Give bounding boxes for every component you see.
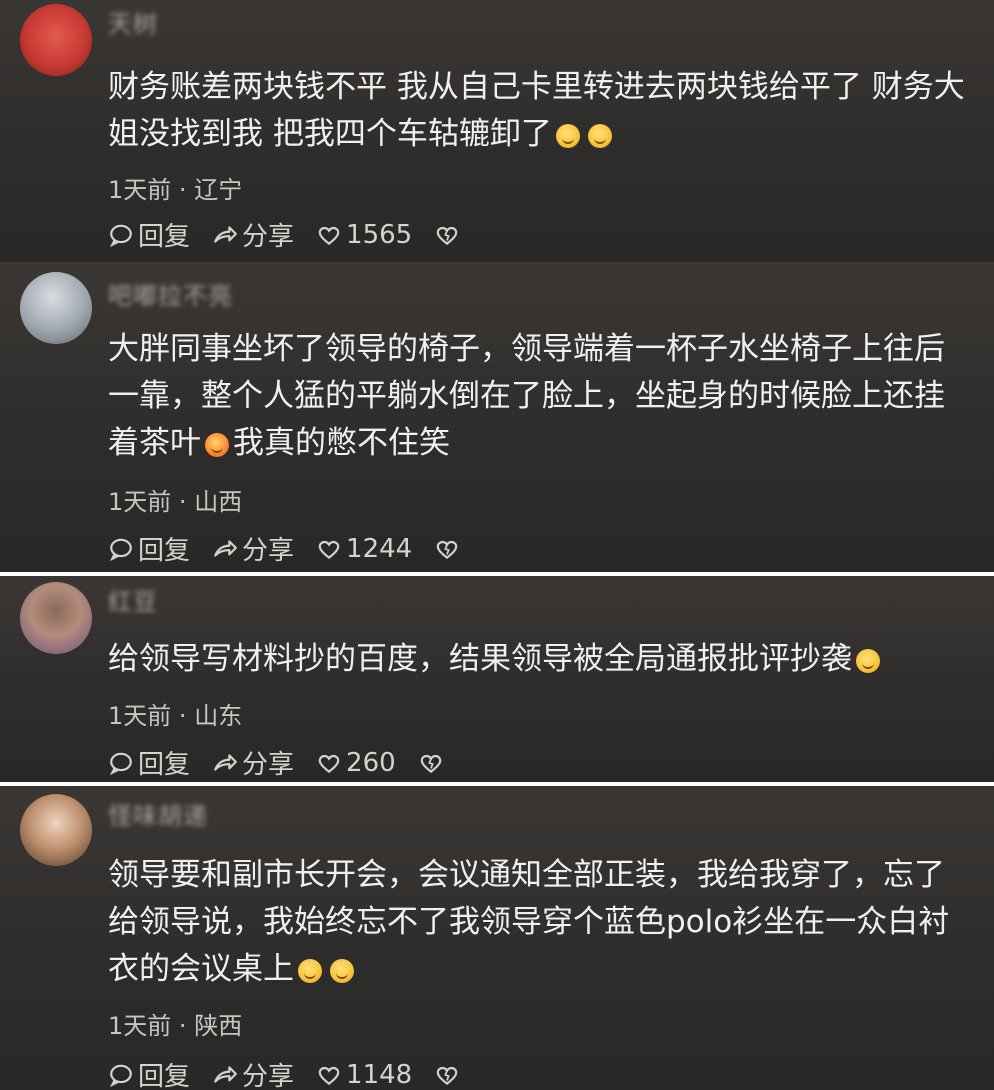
- username[interactable]: 天树: [108, 4, 158, 39]
- comment-actions: 回复 分享 260: [108, 744, 444, 781]
- dislike-heart-icon: [434, 1062, 460, 1088]
- heart-icon: [316, 1062, 342, 1088]
- emoji-icon: [330, 959, 354, 983]
- share-label: 分享: [242, 536, 295, 566]
- comment-meta: 1天前 · 陕西: [108, 1006, 242, 1041]
- comment-item: 红豆 给领导写材料抄的百度，结果领导被全局通报批评抄袭 1天前 · 山东 回复 …: [0, 576, 994, 782]
- like-button[interactable]: 1565: [316, 220, 412, 250]
- comment-body: 财务账差两块钱不平 我从自己卡里转进去两块钱给平了 财务大姐没找到我 把我四个车…: [108, 69, 965, 152]
- comment-meta: 1天前 · 辽宁: [108, 170, 242, 205]
- avatar[interactable]: [20, 794, 92, 866]
- timestamp: 1天前: [108, 176, 172, 204]
- share-arrow-icon: [212, 536, 238, 562]
- share-arrow-icon: [212, 750, 238, 776]
- location: 山东: [194, 702, 243, 730]
- like-count: 260: [346, 747, 396, 778]
- comment-item: 怪味胡递 领导要和副市长开会，会议通知全部正装，我给我穿了，忘了给领导说，我始终…: [0, 786, 994, 1090]
- timestamp: 1天前: [108, 488, 172, 516]
- emoji-icon: [555, 124, 580, 148]
- share-label: 分享: [242, 750, 295, 780]
- reply-bubble-icon: [108, 750, 134, 776]
- comment-body: 给领导写材料抄的百度，结果领导被全局通报批评抄袭: [108, 641, 852, 677]
- share-arrow-icon: [212, 222, 238, 248]
- location: 陕西: [194, 1012, 243, 1040]
- reply-bubble-icon: [108, 1062, 134, 1088]
- share-button[interactable]: 分享: [212, 216, 294, 253]
- reply-button[interactable]: 回复: [108, 744, 190, 781]
- comment-body: 领导要和副市长开会，会议通知全部正装，我给我穿了，忘了给领导说，我始终忘不了我领…: [108, 857, 950, 987]
- reply-label: 回复: [138, 1062, 191, 1090]
- comment-text: 财务账差两块钱不平 我从自己卡里转进去两块钱给平了 财务大姐没找到我 把我四个车…: [108, 64, 968, 158]
- dislike-button[interactable]: [434, 536, 460, 562]
- comment-feed: 天树 财务账差两块钱不平 我从自己卡里转进去两块钱给平了 财务大姐没找到我 把我…: [0, 0, 994, 1090]
- like-button[interactable]: 1148: [316, 1060, 412, 1090]
- reply-label: 回复: [138, 222, 191, 252]
- share-button[interactable]: 分享: [212, 1056, 294, 1090]
- timestamp: 1天前: [108, 702, 172, 730]
- like-button[interactable]: 1244: [316, 534, 412, 564]
- comment-item: 天树 财务账差两块钱不平 我从自己卡里转进去两块钱给平了 财务大姐没找到我 把我…: [0, 0, 994, 262]
- comment-meta: 1天前 · 山东: [108, 696, 242, 731]
- like-count: 1148: [346, 1059, 413, 1090]
- reply-bubble-icon: [108, 536, 134, 562]
- avatar[interactable]: [20, 272, 92, 344]
- meta-separator: ·: [178, 488, 187, 516]
- dislike-heart-icon: [434, 222, 460, 248]
- share-label: 分享: [242, 222, 295, 252]
- like-button[interactable]: 260: [316, 748, 396, 778]
- comment-meta: 1天前 · 山西: [108, 482, 242, 517]
- emoji-icon: [298, 959, 322, 983]
- comment-actions: 回复 分享 1244: [108, 530, 460, 567]
- reply-button[interactable]: 回复: [108, 1056, 190, 1090]
- timestamp: 1天前: [108, 1012, 172, 1040]
- heart-icon: [316, 222, 342, 248]
- reply-button[interactable]: 回复: [108, 216, 190, 253]
- share-arrow-icon: [212, 1062, 238, 1088]
- username[interactable]: 吧嘟拉不亮: [108, 276, 233, 311]
- reply-label: 回复: [138, 750, 191, 780]
- emoji-icon: [205, 433, 229, 457]
- username[interactable]: 红豆: [108, 582, 158, 617]
- emoji-icon: [587, 124, 612, 148]
- avatar[interactable]: [20, 4, 92, 76]
- location: 辽宁: [194, 176, 243, 204]
- comment-actions: 回复 分享 1148: [108, 1056, 460, 1090]
- meta-separator: ·: [178, 176, 187, 204]
- location: 山西: [194, 488, 243, 516]
- reply-label: 回复: [138, 536, 191, 566]
- dislike-button[interactable]: [434, 1062, 460, 1088]
- reply-bubble-icon: [108, 222, 134, 248]
- share-button[interactable]: 分享: [212, 530, 294, 567]
- comment-body-tail: 我真的憋不住笑: [233, 425, 450, 461]
- share-label: 分享: [242, 1062, 295, 1090]
- dislike-button[interactable]: [434, 222, 460, 248]
- username[interactable]: 怪味胡递: [108, 796, 208, 831]
- comment-item: 吧嘟拉不亮 大胖同事坐坏了领导的椅子，领导端着一杯子水坐椅子上往后一靠，整个人猛…: [0, 262, 994, 572]
- comment-text: 领导要和副市长开会，会议通知全部正装，我给我穿了，忘了给领导说，我始终忘不了我领…: [108, 852, 968, 993]
- comment-text: 大胖同事坐坏了领导的椅子，领导端着一杯子水坐椅子上往后一靠，整个人猛的平躺水倒在…: [108, 326, 968, 467]
- dislike-heart-icon: [418, 750, 444, 776]
- comment-actions: 回复 分享 1565: [108, 216, 460, 253]
- avatar[interactable]: [20, 582, 92, 654]
- meta-separator: ·: [178, 1012, 187, 1040]
- share-button[interactable]: 分享: [212, 744, 294, 781]
- like-count: 1565: [346, 219, 413, 250]
- emoji-icon: [856, 649, 880, 673]
- heart-icon: [316, 536, 342, 562]
- reply-button[interactable]: 回复: [108, 530, 190, 567]
- heart-icon: [316, 750, 342, 776]
- dislike-button[interactable]: [418, 750, 444, 776]
- like-count: 1244: [346, 533, 413, 564]
- meta-separator: ·: [178, 702, 187, 730]
- dislike-heart-icon: [434, 536, 460, 562]
- comment-text: 给领导写材料抄的百度，结果领导被全局通报批评抄袭: [108, 636, 968, 683]
